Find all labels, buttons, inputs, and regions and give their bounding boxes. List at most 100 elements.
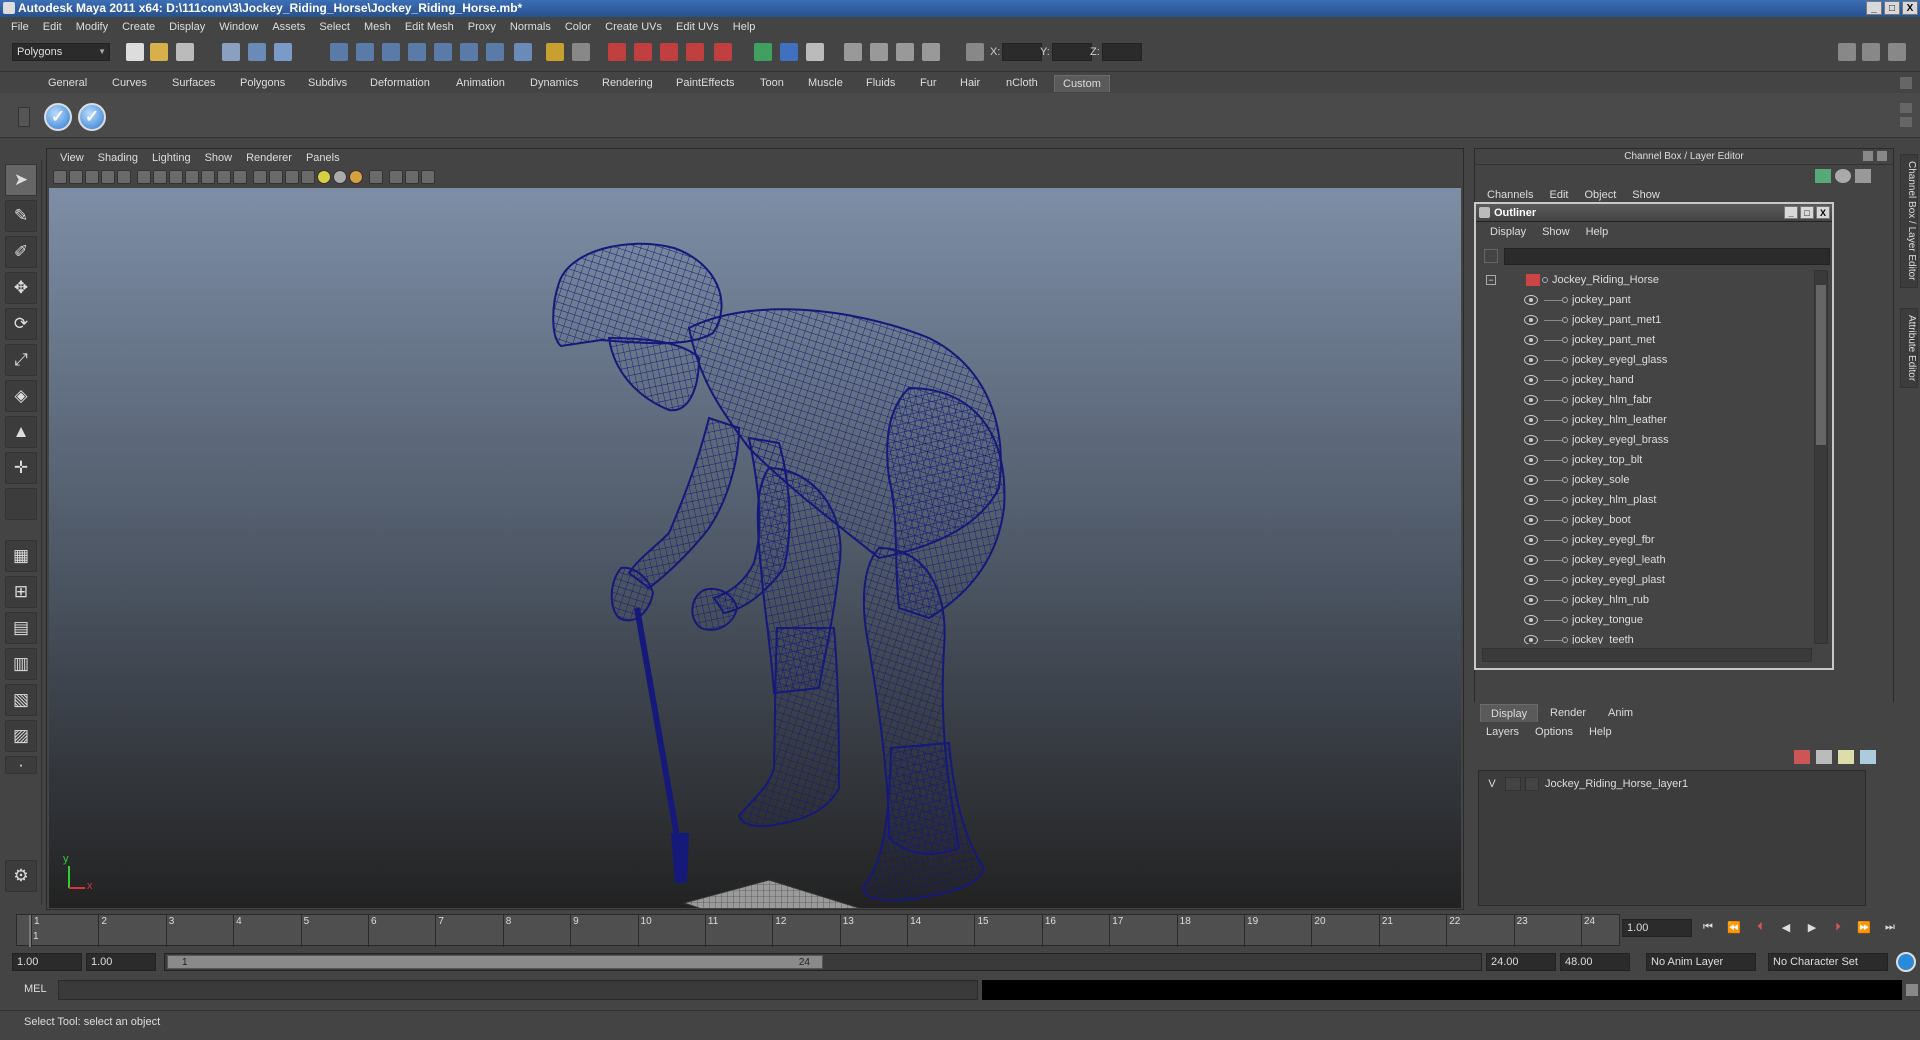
channel-box-toggle-icon[interactable]: [1888, 43, 1906, 61]
last-tool-icon[interactable]: [5, 488, 37, 520]
shelf-tab-surfaces[interactable]: Surfaces: [164, 75, 223, 92]
outliner-root-item[interactable]: − Jockey_Riding_Horse: [1482, 270, 1814, 290]
grid-toggle-icon[interactable]: [137, 170, 151, 184]
outliner-item[interactable]: jockey_hlm_rub: [1482, 590, 1814, 610]
viewport-menu-show[interactable]: Show: [198, 152, 240, 164]
textures-icon[interactable]: [922, 43, 940, 61]
go-to-start-button[interactable]: ⏮: [1698, 921, 1718, 935]
scale-tool-icon[interactable]: ⤢: [5, 344, 37, 376]
move-tool-icon[interactable]: ✥: [5, 272, 37, 304]
layer-tab-anim[interactable]: Anim: [1598, 704, 1643, 722]
shelf-tab-ncloth[interactable]: nCloth: [998, 75, 1046, 92]
outliner-horizontal-scrollbar[interactable]: [1482, 648, 1812, 662]
construction-icon[interactable]: [572, 43, 590, 61]
channel-menu-object[interactable]: Object: [1576, 189, 1624, 201]
new-empty-layer-icon[interactable]: [1816, 750, 1832, 764]
outliner-menu-display[interactable]: Display: [1482, 226, 1534, 238]
layer-remove-selected-icon[interactable]: [1860, 750, 1876, 764]
outliner-menu-help[interactable]: Help: [1578, 226, 1617, 238]
save-scene-icon[interactable]: [176, 43, 194, 61]
snap-point-icon[interactable]: [382, 43, 400, 61]
outliner-close-button[interactable]: X: [1816, 206, 1830, 219]
universal-manipulator-icon[interactable]: ◈: [5, 380, 37, 412]
menu-display[interactable]: Display: [162, 21, 212, 33]
film-gate-icon[interactable]: [153, 170, 167, 184]
snap-curve-icon[interactable]: [356, 43, 374, 61]
snap-grid-icon[interactable]: [330, 43, 348, 61]
new-layer-from-selection-icon[interactable]: [1794, 750, 1810, 764]
persp-outliner-layout-icon[interactable]: ▤: [5, 612, 37, 644]
menu-assets[interactable]: Assets: [265, 21, 312, 33]
viewport-menu-view[interactable]: View: [53, 152, 91, 164]
command-language-label[interactable]: MEL: [24, 983, 47, 995]
side-tab-attribute-editor[interactable]: Attribute Editor: [1900, 308, 1918, 389]
wireframe-icon[interactable]: [253, 170, 267, 184]
persp-graph-layout-icon[interactable]: ▥: [5, 648, 37, 680]
shadows-icon[interactable]: [333, 170, 347, 184]
play-forward-button[interactable]: ▶: [1802, 921, 1822, 935]
shelf-tab-toon[interactable]: Toon: [752, 75, 792, 92]
ipr-render-icon[interactable]: [634, 43, 652, 61]
outliner-item[interactable]: jockey_eyegl_glass: [1482, 350, 1814, 370]
custom-shelf-button-1[interactable]: ✓: [44, 103, 72, 131]
safe-title-icon[interactable]: [233, 170, 247, 184]
snap-plane-icon[interactable]: [408, 43, 426, 61]
outliner-item[interactable]: jockey_eyegl_brass: [1482, 430, 1814, 450]
resolution-gate-icon[interactable]: [169, 170, 183, 184]
outliner-item[interactable]: jockey_pant_met: [1482, 330, 1814, 350]
textured-icon[interactable]: [301, 170, 315, 184]
xray-joints-icon[interactable]: [405, 170, 419, 184]
collapse-icon[interactable]: −: [1486, 275, 1496, 285]
layer-row[interactable]: V Jockey_Riding_Horse_layer1: [1485, 775, 1855, 793]
layer-menu-layers[interactable]: Layers: [1478, 726, 1527, 738]
script-editor-icon[interactable]: [1906, 984, 1918, 996]
command-input[interactable]: [58, 980, 978, 1000]
select-hierarchy-icon[interactable]: [222, 43, 240, 61]
history-icon[interactable]: [546, 43, 564, 61]
render-view-icon[interactable]: [714, 43, 732, 61]
jockey-whip[interactable]: [634, 607, 682, 849]
step-forward-key-button[interactable]: ⏩: [1854, 921, 1874, 935]
outliner-item[interactable]: jockey_eyegl_fbr: [1482, 530, 1814, 550]
menu-edit-mesh[interactable]: Edit Mesh: [398, 21, 461, 33]
outliner-item[interactable]: jockey_top_blt: [1482, 450, 1814, 470]
shelf-scroll-down-icon[interactable]: [1900, 117, 1912, 127]
z-field[interactable]: [1102, 43, 1142, 61]
jockey-head[interactable]: [607, 336, 701, 412]
channel-box-close-icon[interactable]: [1877, 151, 1887, 161]
channel-menu-channels[interactable]: Channels: [1479, 189, 1541, 201]
menu-mesh[interactable]: Mesh: [357, 21, 398, 33]
shelf-tab-general[interactable]: General: [40, 75, 95, 92]
use-all-lights-icon[interactable]: [317, 170, 331, 184]
viewport-menu-renderer[interactable]: Renderer: [239, 152, 299, 164]
jockey-right-arm[interactable]: [627, 416, 741, 590]
single-perspective-layout-icon[interactable]: ▦: [5, 540, 37, 572]
render-frame-icon[interactable]: [608, 43, 626, 61]
shelf-tab-animation[interactable]: Animation: [448, 75, 513, 92]
graph-editor-layout-icon[interactable]: ▨: [5, 720, 37, 752]
shelf-tab-hair[interactable]: Hair: [952, 75, 988, 92]
clipboard-icon[interactable]: [806, 43, 824, 61]
jockey-wireframe-model[interactable]: [552, 242, 1006, 908]
outliner-item[interactable]: jockey_hlm_plast: [1482, 490, 1814, 510]
perspective-viewport[interactable]: y x: [49, 188, 1461, 908]
menu-create[interactable]: Create: [115, 21, 162, 33]
shelf-tab-polygons[interactable]: Polygons: [232, 75, 293, 92]
shading-icon[interactable]: [896, 43, 914, 61]
channel-box-clock-icon[interactable]: [1835, 169, 1851, 183]
close-button[interactable]: X: [1902, 1, 1918, 15]
transform-mode-icon[interactable]: [966, 43, 984, 61]
layout-options-icon[interactable]: ·: [5, 756, 37, 774]
four-view-layout-icon[interactable]: ⊞: [5, 576, 37, 608]
channel-menu-edit[interactable]: Edit: [1541, 189, 1576, 201]
select-tool-icon[interactable]: ➤: [5, 164, 37, 196]
viewport-menu-lighting[interactable]: Lighting: [145, 152, 198, 164]
scrollbar-thumb[interactable]: [1816, 285, 1826, 445]
outliner-item[interactable]: jockey_pant: [1482, 290, 1814, 310]
viewport-menu-shading[interactable]: Shading: [91, 152, 145, 164]
high-quality-icon[interactable]: [349, 170, 363, 184]
outliner-item[interactable]: jockey_eyegl_plast: [1482, 570, 1814, 590]
channel-box-mode-icon[interactable]: [1815, 169, 1831, 183]
outliner-item[interactable]: jockey_hlm_fabr: [1482, 390, 1814, 410]
shelf-tab-dynamics[interactable]: Dynamics: [522, 75, 586, 92]
